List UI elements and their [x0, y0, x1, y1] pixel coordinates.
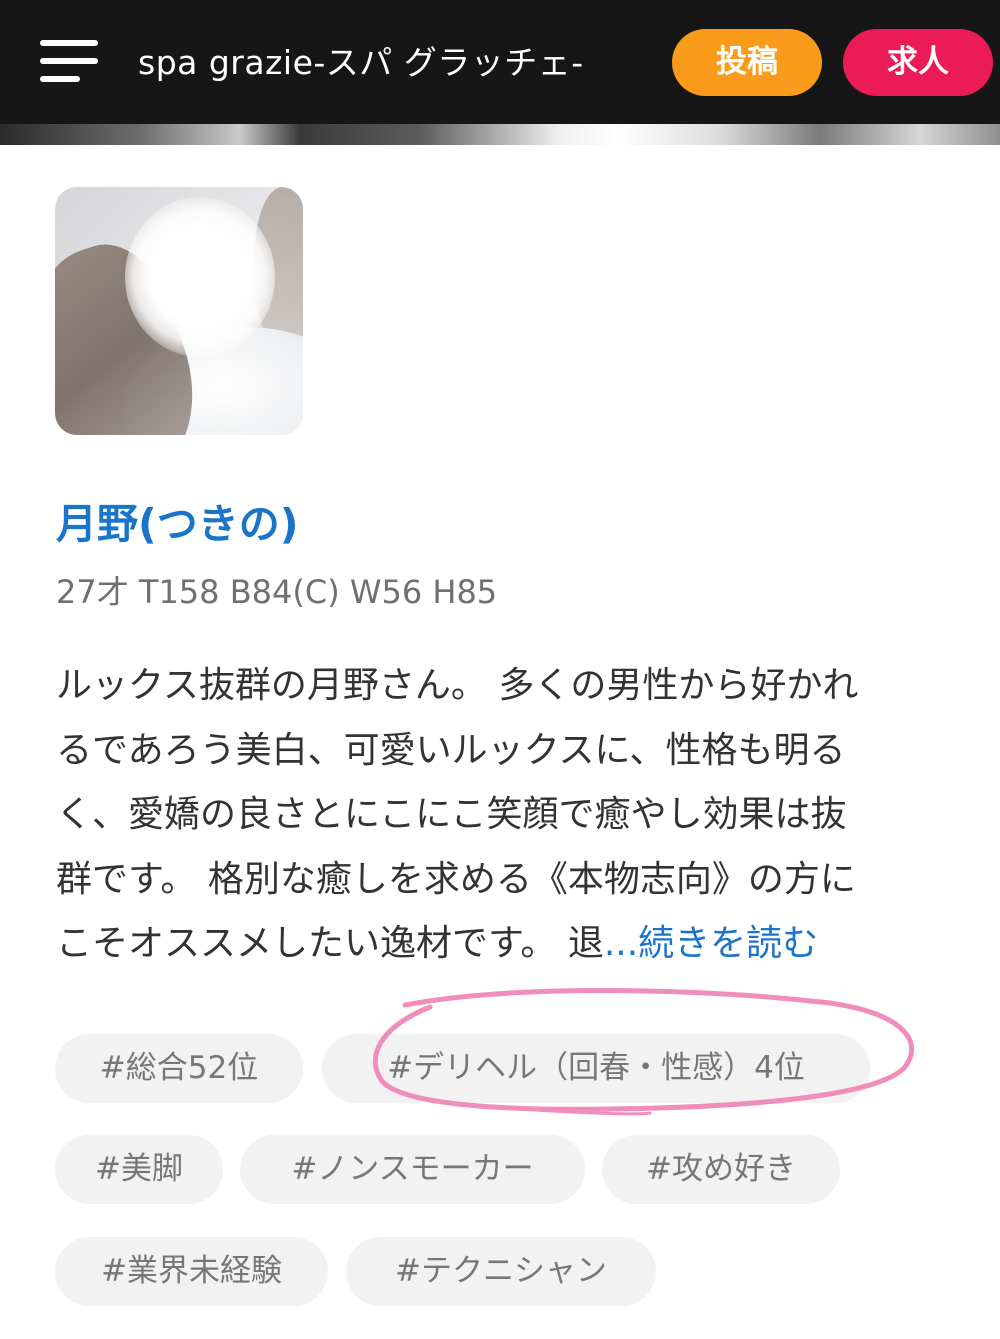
- post-button[interactable]: 投稿: [672, 29, 822, 96]
- description-line: 群です。 格別な癒しを求める《本物志向》の方に: [56, 858, 856, 900]
- page: spa grazie-スパ グラッチェ- 投稿 求人 月野(つきの) 27才 T…: [0, 0, 1000, 1339]
- profile-name[interactable]: 月野(つきの): [56, 494, 298, 554]
- site-title[interactable]: spa grazie-スパ グラッチェ-: [138, 38, 584, 88]
- jobs-button[interactable]: 求人: [843, 29, 993, 96]
- description-line: く、愛嬌の良さとにこにこ笑顔で癒やし効果は抜: [56, 794, 847, 835]
- profile-description: ルックス抜群の月野さん。 多くの男性から好かれ るであろう美白、可愛いルックスに…: [56, 654, 986, 977]
- profile-photo[interactable]: [55, 187, 303, 435]
- tag-technician[interactable]: #テクニシャン: [346, 1237, 656, 1306]
- tag-legs[interactable]: #美脚: [55, 1135, 223, 1204]
- description-line: るであろう美白、可愛いルックスに、性格も明る: [56, 729, 846, 771]
- tag-aggressive[interactable]: #攻め好き: [602, 1135, 840, 1204]
- cover-photo: [0, 124, 1000, 145]
- hamburger-menu-icon[interactable]: [40, 40, 98, 82]
- read-more-link[interactable]: ...続きを読む: [604, 923, 818, 964]
- profile-stats: 27才 T158 B84(C) W56 H85: [56, 573, 498, 611]
- tag-non-smoker[interactable]: #ノンスモーカー: [240, 1135, 585, 1204]
- description-text: こそオススメしたい逸材です。 退: [56, 923, 604, 964]
- tag-industry-newcomer[interactable]: #業界未経験: [55, 1237, 328, 1306]
- tag-overall-rank[interactable]: #総合52位: [55, 1034, 303, 1103]
- description-line: ルックス抜群の月野さん。 多くの男性から好かれ: [56, 665, 859, 706]
- tag-category-rank[interactable]: #デリヘル（回春・性感）4位: [322, 1034, 870, 1103]
- top-header: spa grazie-スパ グラッチェ- 投稿 求人: [0, 0, 1000, 124]
- description-line-last: こそオススメしたい逸材です。 退...続きを読む: [56, 912, 986, 977]
